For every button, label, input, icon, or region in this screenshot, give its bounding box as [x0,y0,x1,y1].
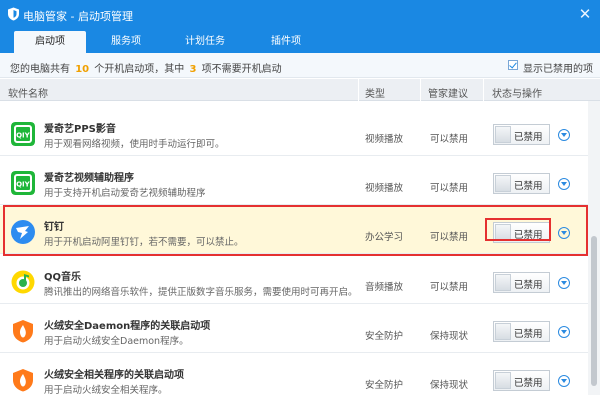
toggle-knob [495,323,511,340]
huorong-icon [13,369,33,392]
huorong-icon [13,320,33,343]
list-scrollbar[interactable] [588,101,600,395]
item-name: 火绒安全Daemon程序的关联启动项 [44,321,211,332]
toggle-knob [495,372,511,389]
tab-bar: 启动项 服务项 计划任务 插件项 [0,29,600,53]
column-header: 软件名称 类型 管家建议 状态与操作 [0,79,600,101]
item-advice: 可以禁用 [430,134,469,145]
item-type: 视频播放 [365,183,404,194]
item-desc: 用于观看网络视频，使用时手动运行即可。 [44,139,225,150]
toggle-knob [495,224,511,241]
total-count: 10 [75,64,90,75]
toggle-knob [495,126,511,143]
svg-text:iQIYI: iQIYI [14,181,33,189]
list-item[interactable]: 火绒安全Daemon程序的关联启动项 用于启动火绒安全Daemon程序。 安全防… [0,305,588,353]
status-toggle[interactable]: 已禁用 [493,222,550,243]
qqmusic-icon [11,270,35,294]
item-type: 视频播放 [365,134,404,145]
status-label: 已禁用 [514,329,543,340]
iqiyi-icon: iQIYI [11,122,35,146]
col-advice: 管家建议 [428,89,468,100]
status-label: 已禁用 [514,132,543,143]
item-desc: 用于启动火绒安全Daemon程序。 [44,336,189,347]
item-name: QQ音乐 [44,272,82,283]
status-label: 已禁用 [514,280,543,291]
status-label: 已禁用 [514,230,543,241]
unneeded-count: 3 [189,64,197,75]
col-status: 状态与操作 [492,89,542,100]
chevron-down-icon[interactable] [558,227,570,239]
col-name: 软件名称 [8,89,48,100]
item-desc: 腾讯推出的网络音乐软件，提供正版数字音乐服务，需要使用时可再开启。 [44,287,358,298]
title-bar: 电脑管家 - 启动项管理 ✕ [0,0,600,29]
item-name: 爱奇艺视频辅助程序 [44,173,134,184]
summary-text: 您的电脑共有 10 个开机启动项，其中 3 项不需要开机启动 [10,64,282,75]
col-type: 类型 [365,89,385,100]
status-toggle[interactable]: 已禁用 [493,321,550,342]
item-type: 安全防护 [365,331,404,342]
col-divider [420,79,421,101]
item-name: 钉钉 [44,222,64,233]
tab-services[interactable]: 服务项 [90,31,162,53]
col-divider [358,79,359,101]
close-button[interactable]: ✕ [576,5,594,23]
chevron-down-icon[interactable] [558,326,570,338]
status-toggle[interactable]: 已禁用 [493,370,550,391]
status-toggle[interactable]: 已禁用 [493,173,550,194]
item-advice: 保持现状 [430,331,469,342]
status-label: 已禁用 [514,378,543,389]
toggle-knob [495,274,511,291]
dingtalk-icon [11,220,35,244]
iqiyi-icon: iQIYI [11,171,35,195]
list-item-highlighted[interactable]: 钉钉 用于开机启动阿里钉钉，若不需要，可以禁止。 办公学习 可以禁用 已禁用 [0,206,588,254]
svg-text:iQIYI: iQIYI [14,132,33,140]
startup-list: iQIYI 爱奇艺PPS影音 用于观看网络视频，使用时手动运行即可。 视频播放 … [0,101,588,395]
chevron-down-icon[interactable] [558,277,570,289]
item-type: 安全防护 [365,380,404,391]
shield-icon [8,7,19,21]
list-item[interactable]: iQIYI 爱奇艺视频辅助程序 用于支持开机启动爱奇艺视频辅助程序 视频播放 可… [0,157,588,205]
scrollbar-thumb[interactable] [591,236,597,386]
tab-startup[interactable]: 启动项 [14,31,86,53]
item-type: 办公学习 [365,232,404,243]
item-advice: 可以禁用 [430,183,469,194]
item-desc: 用于支持开机启动爱奇艺视频辅助程序 [44,188,206,199]
list-item[interactable]: iQIYI 爱奇艺PPS影音 用于观看网络视频，使用时手动运行即可。 视频播放 … [0,108,588,156]
chevron-down-icon[interactable] [558,129,570,141]
list-item[interactable]: QQ音乐 腾讯推出的网络音乐软件，提供正版数字音乐服务，需要使用时可再开启。 音… [0,256,588,304]
item-advice: 保持现状 [430,380,469,391]
status-toggle[interactable]: 已禁用 [493,124,550,145]
summary-bar: 您的电脑共有 10 个开机启动项，其中 3 项不需要开机启动 显示已禁用的项 [0,53,600,78]
item-advice: 可以禁用 [430,282,469,293]
item-type: 音频播放 [365,282,404,293]
window-title: 电脑管家 - 启动项管理 [23,10,133,23]
list-item[interactable]: 火绒安全相关程序的关联启动项 用于启动火绒安全相关程序。 安全防护 保持现状 已… [0,354,588,395]
chevron-down-icon[interactable] [558,375,570,387]
chevron-down-icon[interactable] [558,178,570,190]
toggle-knob [495,175,511,192]
status-label: 已禁用 [514,181,543,192]
tab-plugins[interactable]: 插件项 [250,31,322,53]
item-desc: 用于启动火绒安全相关程序。 [44,385,168,395]
item-advice: 可以禁用 [430,232,469,243]
tab-scheduled-tasks[interactable]: 计划任务 [165,31,245,53]
item-desc: 用于开机启动阿里钉钉，若不需要，可以禁止。 [44,237,244,248]
status-toggle[interactable]: 已禁用 [493,272,550,293]
show-disabled-checkbox[interactable] [508,60,518,70]
item-name: 火绒安全相关程序的关联启动项 [44,370,184,381]
col-divider [483,79,484,101]
item-name: 爱奇艺PPS影音 [44,124,116,135]
show-disabled-label[interactable]: 显示已禁用的项 [523,60,593,75]
